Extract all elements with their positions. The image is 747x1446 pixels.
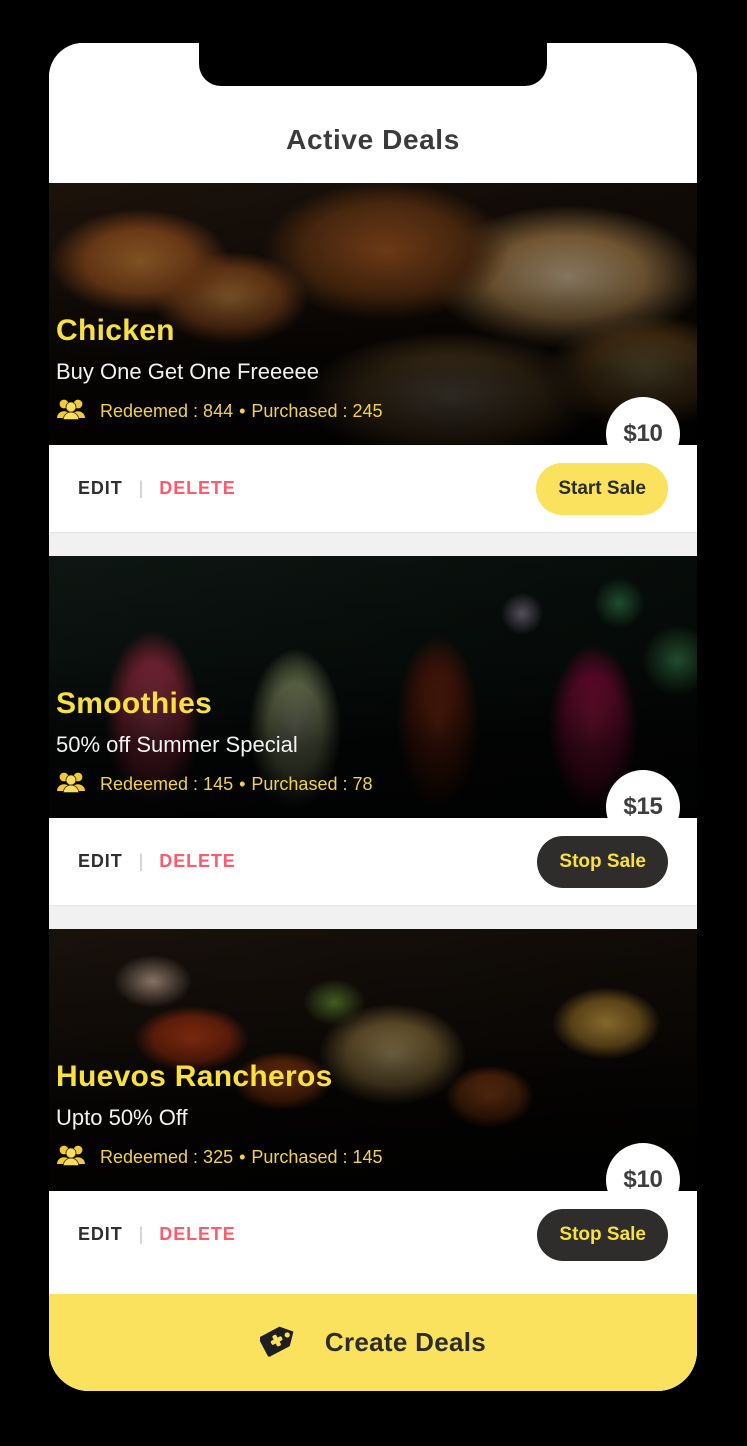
stop-sale-button[interactable]: Stop Sale xyxy=(537,835,668,888)
deal-subtitle: Buy One Get One Freeeee xyxy=(56,359,319,384)
people-group-icon xyxy=(56,1144,86,1171)
action-separator: | xyxy=(138,478,144,498)
redeemed-count: Redeemed : 145 xyxy=(100,774,234,794)
deal-title: Smoothies xyxy=(56,687,213,720)
create-deals-bar[interactable]: Create Deals xyxy=(49,1294,697,1391)
action-separator: | xyxy=(138,851,144,871)
deal-actions: EDIT | DELETE Start Sale xyxy=(49,445,697,532)
delete-button[interactable]: DELETE xyxy=(159,1224,235,1245)
deal-hero: Huevos Rancheros Upto 50% Off Redeemed:… xyxy=(49,929,697,1191)
deal-stats: Redeemed : 325 • Purchased : 145 xyxy=(56,1144,577,1171)
stats-separator: • xyxy=(239,401,246,421)
create-deals-label: Create Deals xyxy=(324,1327,487,1357)
stats-separator: • xyxy=(239,1147,246,1167)
stats-separator: • xyxy=(239,774,246,794)
deal-stats-text: Redeemed : 145 • Purchased : 78 xyxy=(100,774,372,795)
deal-stats: Redeemed : 844 • Purchased : 245 xyxy=(56,398,577,425)
edit-button[interactable]: EDIT xyxy=(78,478,123,499)
stop-sale-button[interactable]: Stop Sale xyxy=(537,1208,668,1261)
deal-info: Chicken Buy One Get One Freeeee Redeemed… xyxy=(56,314,577,425)
card-separator xyxy=(49,905,697,929)
deal-actions: EDIT | DELETE Stop Sale xyxy=(49,1191,697,1278)
delete-button[interactable]: DELETE xyxy=(159,478,235,499)
deal-info: Smoothies 50% off Summer Special Redeeme… xyxy=(56,687,577,798)
delete-button[interactable]: DELETE xyxy=(159,851,235,872)
deal-card[interactable]: Chicken Buy One Get One Freeeee Redeemed… xyxy=(49,183,697,532)
deal-stats-text: Redeemed : 325 • Purchased : 145 xyxy=(100,1147,383,1168)
deal-subtitle: Upto 50% Off xyxy=(56,1105,188,1130)
deal-hero: Chicken Buy One Get One Freeeee Redeemed… xyxy=(49,183,697,445)
deal-card[interactable]: Huevos Rancheros Upto 50% Off Redeemed:… xyxy=(49,929,697,1278)
phone-notch xyxy=(199,43,547,86)
purchased-count: Purchased : 145 xyxy=(251,1147,383,1167)
deal-card[interactable]: Smoothies 50% off Summer Special Redeeme… xyxy=(49,556,697,905)
page-title: Active Deals xyxy=(286,124,460,155)
redeemed-count: Redeemed : 325 xyxy=(100,1147,234,1167)
purchased-count: Purchased : 245 xyxy=(251,401,383,421)
deal-hero: Smoothies 50% off Summer Special Redeeme… xyxy=(49,556,697,818)
people-group-icon xyxy=(56,398,86,425)
edit-button[interactable]: EDIT xyxy=(78,1224,123,1245)
deal-actions: EDIT | DELETE Stop Sale xyxy=(49,818,697,905)
deal-stats: Redeemed : 145 • Purchased : 78 xyxy=(56,771,577,798)
edit-button[interactable]: EDIT xyxy=(78,851,123,872)
tag-plus-icon xyxy=(258,1321,304,1364)
deals-list[interactable]: Chicken Buy One Get One Freeeee Redeemed… xyxy=(49,183,697,1391)
deal-subtitle: 50% off Summer Special xyxy=(56,732,298,757)
purchased-count: Purchased : 78 xyxy=(251,774,373,794)
deal-title: Huevos Rancheros xyxy=(56,1060,333,1093)
deal-info: Huevos Rancheros Upto 50% Off Redeemed:… xyxy=(56,1060,577,1171)
phone-screen: Active Deals Chicken Buy One Get One Fre… xyxy=(49,43,697,1391)
people-group-icon xyxy=(56,771,86,798)
card-separator xyxy=(49,532,697,556)
redeemed-count: Redeemed : 844 xyxy=(100,401,234,421)
deal-title: Chicken xyxy=(56,314,175,347)
start-sale-button[interactable]: Start Sale xyxy=(536,462,668,515)
deal-stats-text: Redeemed : 844 • Purchased : 245 xyxy=(100,401,383,422)
action-separator: | xyxy=(138,1224,144,1244)
